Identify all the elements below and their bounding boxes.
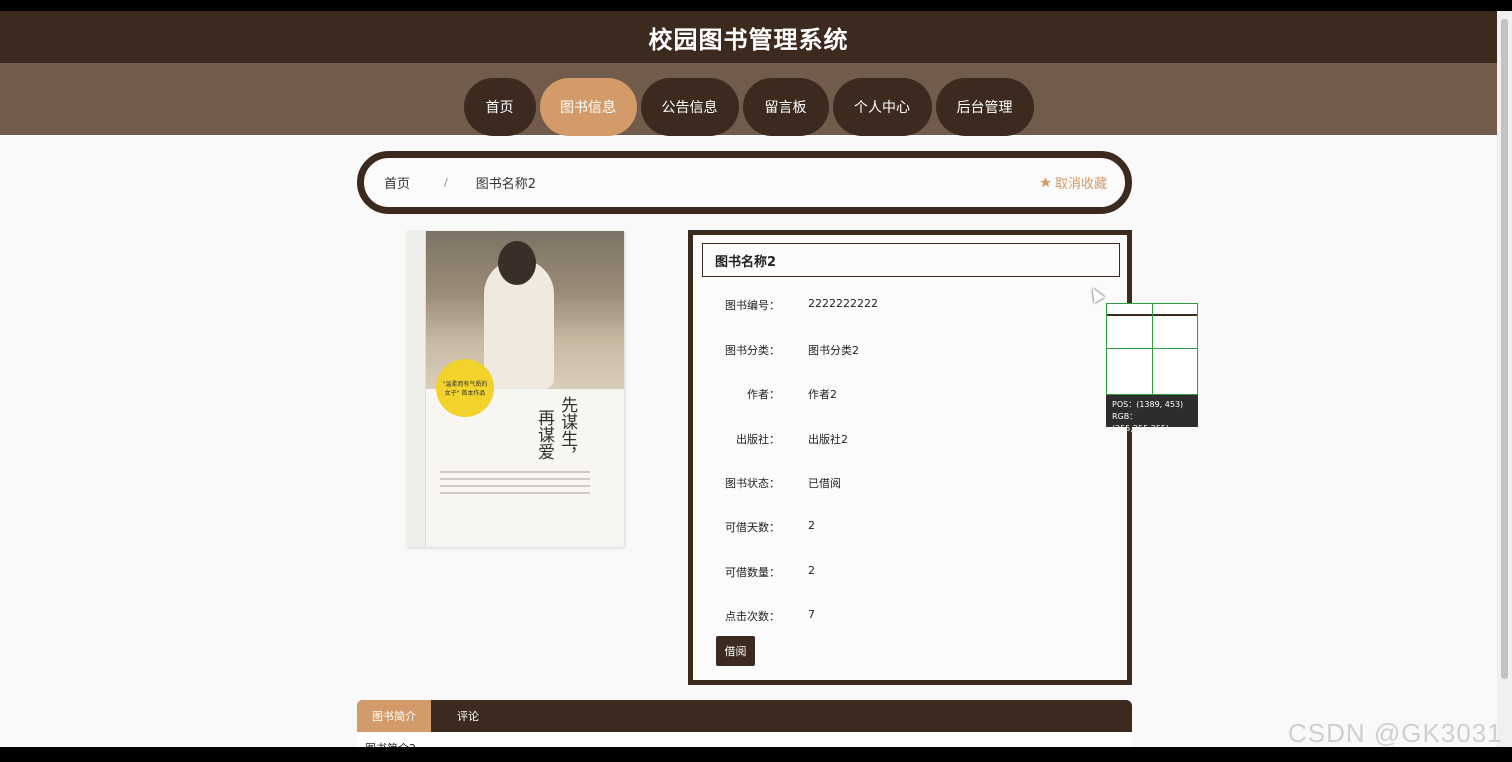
book-cover-image: "温柔而有气质的女子" 首本作品 先谋生， 再谋爱 <box>406 231 624 547</box>
picker-info: POS：(1389, 453) RGB：(255,255,255) <box>1106 395 1198 433</box>
cover-title-2: 再谋爱 <box>534 409 554 460</box>
page-scrollbar[interactable] <box>1497 11 1512 747</box>
breadcrumb: 首页 / 图书名称2 取消收藏 <box>357 151 1132 214</box>
field-value: 7 <box>808 608 815 621</box>
tab-bar: 图书简介 评论 <box>357 700 1132 732</box>
scrollbar-thumb[interactable] <box>1501 19 1508 679</box>
field-label: 图书分类： <box>725 344 780 357</box>
magnifier-grid <box>1106 303 1198 395</box>
site-header: 校园图书管理系统 <box>0 11 1497 63</box>
unfavorite-label: 取消收藏 <box>1054 177 1107 192</box>
browser-viewport: 校园图书管理系统 首页 图书信息 公告信息 留言板 个人中心 后台管理 首页 /… <box>0 11 1497 747</box>
breadcrumb-current: 图书名称2 <box>475 177 537 192</box>
field-label: 可借数量： <box>725 566 780 579</box>
field-value: 作者2 <box>808 388 837 401</box>
breadcrumb-home[interactable]: 首页 <box>384 173 410 192</box>
main-nav: 首页 图书信息 公告信息 留言板 个人中心 后台管理 <box>0 63 1497 136</box>
nav-book-info[interactable]: 图书信息 <box>539 78 637 136</box>
breadcrumb-separator: / <box>444 176 448 189</box>
field-label: 可借天数： <box>725 521 780 534</box>
watermark: CSDN @GK3031 <box>1288 718 1503 748</box>
book-title: 图书名称2 <box>702 243 1120 277</box>
field-value: 出版社2 <box>808 433 848 446</box>
cover-spine <box>406 231 426 547</box>
picker-pos: POS：(1389, 453) <box>1112 400 1184 409</box>
tab-comments[interactable]: 评论 <box>431 700 505 732</box>
cover-figure-head <box>498 241 536 285</box>
field-label: 点击次数： <box>725 610 780 623</box>
borrow-button[interactable]: 借阅 <box>716 636 755 666</box>
nav-admin[interactable]: 后台管理 <box>935 78 1034 136</box>
field-value: 图书分类2 <box>808 344 859 357</box>
unfavorite-button[interactable]: 取消收藏 <box>1039 173 1107 192</box>
field-value: 2 <box>808 519 815 532</box>
book-detail-panel: 图书名称2 图书编号： 2222222222 图书分类： 图书分类2 作者： 作… <box>688 230 1132 685</box>
field-label: 图书状态： <box>725 477 780 490</box>
field-value: 已借阅 <box>808 477 841 490</box>
site-title: 校园图书管理系统 <box>648 25 849 54</box>
picker-rgb: RGB：(255,255,255) <box>1112 412 1170 433</box>
star-icon <box>1040 177 1051 188</box>
field-label: 作者： <box>747 388 780 401</box>
cover-text-lines <box>440 471 590 499</box>
cover-title-1: 先谋生， <box>557 396 578 464</box>
field-value: 2 <box>808 564 815 577</box>
nav-announcements[interactable]: 公告信息 <box>640 78 739 136</box>
nav-message-board[interactable]: 留言板 <box>742 78 829 136</box>
field-value: 2222222222 <box>808 297 878 310</box>
tab-content: 图书简介2 <box>357 732 1132 747</box>
tab-book-intro[interactable]: 图书简介 <box>357 700 431 732</box>
field-label: 图书编号： <box>725 299 780 312</box>
nav-home[interactable]: 首页 <box>463 78 536 136</box>
cover-badge: "温柔而有气质的女子" 首本作品 <box>436 359 494 417</box>
book-tabs: 图书简介 评论 图书简介2 <box>357 700 1132 747</box>
nav-personal-center[interactable]: 个人中心 <box>832 78 932 136</box>
color-picker-overlay: POS：(1389, 453) RGB：(255,255,255) <box>1106 303 1198 433</box>
field-label: 出版社： <box>736 433 780 446</box>
